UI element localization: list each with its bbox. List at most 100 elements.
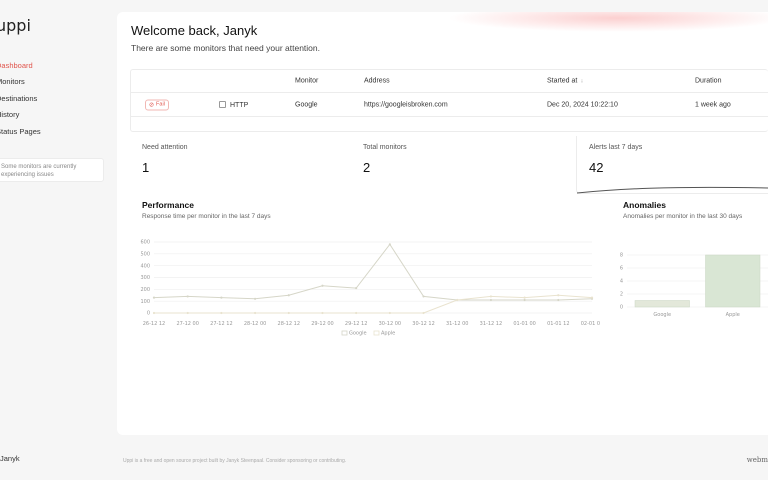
x-tick-label: 01-01 12 bbox=[547, 321, 569, 327]
data-point bbox=[186, 295, 189, 298]
http-icon bbox=[219, 100, 226, 108]
monitor-type-label: HTTP bbox=[230, 101, 249, 109]
data-point bbox=[287, 311, 290, 315]
data-point bbox=[422, 311, 425, 315]
performance-chart: 0 100 200 300 400 500 600 26-12 12 27-12 00 27-12… bbox=[130, 230, 603, 337]
x-tick-label: 02-01 00 bbox=[581, 321, 600, 327]
main-panel: Welcome back, Janyk There are some monit… bbox=[117, 12, 768, 435]
x-tick-label: 27-12 00 bbox=[176, 321, 198, 327]
column-address: Address bbox=[364, 77, 390, 85]
x-tick-label: Google bbox=[653, 312, 671, 318]
user-menu[interactable]: Janyk bbox=[0, 454, 20, 463]
y-tick-label: 400 bbox=[140, 263, 150, 269]
status-badge: ⊘ Fail bbox=[145, 99, 169, 110]
column-monitor: Monitor bbox=[295, 77, 319, 85]
data-point bbox=[557, 298, 560, 302]
sort-arrow-icon: ↓ bbox=[580, 78, 584, 85]
sidebar-item-destinations[interactable]: Destinations bbox=[0, 90, 41, 107]
x-tick-label: 31-12 12 bbox=[480, 321, 502, 327]
x-tick-label: 27-12 12 bbox=[210, 321, 232, 327]
sidebar-item-history[interactable]: History bbox=[0, 107, 41, 124]
page-subtitle: There are some monitors that need your a… bbox=[131, 43, 320, 53]
data-point bbox=[523, 298, 526, 302]
duration: 1 week ago bbox=[695, 101, 731, 108]
legend-swatch bbox=[373, 330, 380, 336]
table-row[interactable]: ⊘ Fail HTTP Google https://googleisbroken… bbox=[131, 93, 768, 117]
y-tick-label: 2 bbox=[620, 292, 623, 298]
sidebar: uppi Dashboard Monitors Destinations His… bbox=[0, 0, 116, 480]
x-tick-label: 01-01 00 bbox=[513, 321, 535, 327]
data-point bbox=[152, 311, 156, 315]
stat-value: 42 bbox=[589, 160, 604, 175]
data-point bbox=[253, 311, 257, 315]
x-tick-label: Apple bbox=[726, 312, 740, 318]
footer-text: Uppi is a free and open source project b… bbox=[123, 458, 347, 464]
x-tick-label: 31-12 00 bbox=[446, 321, 468, 327]
data-point bbox=[321, 311, 324, 315]
data-point bbox=[220, 296, 223, 299]
data-point bbox=[220, 311, 223, 315]
data-point bbox=[557, 294, 560, 297]
y-tick-label: 500 bbox=[140, 252, 150, 258]
monitor-alert-text: Some monitors are currently experiencing… bbox=[1, 164, 77, 178]
data-point bbox=[388, 311, 391, 315]
stat-need-attention: Need attention 1 bbox=[130, 136, 350, 194]
data-point bbox=[456, 298, 459, 302]
y-tick-label: 0 bbox=[147, 311, 150, 317]
data-point bbox=[489, 298, 493, 302]
anomalies-subtitle: Anomalies per monitor in the last 30 day… bbox=[623, 213, 743, 220]
sidebar-item-status-pages[interactable]: Status Pages bbox=[0, 123, 41, 140]
stat-alerts-7d: Alerts last 7 days 42 bbox=[576, 136, 768, 194]
anomalies-chart: 0 2 4 6 8 Google Apple bbox=[615, 234, 768, 324]
y-tick-label: 300 bbox=[140, 275, 150, 281]
legend-label[interactable]: Apple bbox=[381, 331, 395, 337]
sidebar-nav: Dashboard Monitors Destinations History … bbox=[0, 57, 41, 140]
monitor-address: https://googleisbroken.com bbox=[364, 101, 448, 108]
x-tick-label: 26-12 12 bbox=[143, 321, 165, 327]
y-tick-label: 600 bbox=[140, 240, 150, 246]
table-header: Monitor Address Started at ↓ Duration bbox=[131, 70, 768, 93]
x-tick-label: 29-12 00 bbox=[311, 321, 333, 327]
x-tick-label: 28-12 12 bbox=[278, 321, 300, 327]
started-at: Dec 20, 2024 10:22:10 bbox=[547, 101, 618, 108]
page-title: Welcome back, Janyk bbox=[131, 23, 258, 38]
series-line-google bbox=[153, 243, 593, 301]
column-duration: Duration bbox=[695, 77, 722, 85]
performance-subtitle: Response time per monitor in the last 7 … bbox=[142, 213, 271, 220]
sidebar-item-dashboard[interactable]: Dashboard bbox=[0, 57, 41, 74]
monitor-name: Google bbox=[295, 101, 318, 108]
footer-brand: webm bbox=[746, 456, 768, 464]
data-point bbox=[186, 311, 189, 315]
monitor-type: HTTP bbox=[219, 100, 249, 109]
legend-label[interactable]: Google bbox=[349, 331, 367, 337]
fail-circle-icon: ⊘ bbox=[149, 102, 155, 108]
data-point bbox=[355, 287, 358, 290]
sidebar-item-monitors[interactable]: Monitors bbox=[0, 74, 41, 91]
data-point bbox=[523, 296, 526, 299]
stat-value: 2 bbox=[363, 160, 371, 175]
y-tick-label: 6 bbox=[620, 266, 623, 272]
x-tick-label: 28-12 00 bbox=[244, 321, 266, 327]
x-tick-label: 29-12 12 bbox=[345, 321, 367, 327]
y-tick-label: 200 bbox=[140, 287, 150, 293]
x-tick-label: 30-12 00 bbox=[379, 321, 401, 327]
monitors-table: Monitor Address Started at ↓ Duration ⊘ Fa… bbox=[130, 69, 768, 132]
performance-title: Performance bbox=[142, 200, 194, 210]
data-point bbox=[422, 295, 425, 298]
stat-value: 1 bbox=[142, 160, 150, 175]
column-started-at[interactable]: Started at ↓ bbox=[547, 78, 583, 85]
bar-google bbox=[634, 300, 690, 308]
data-point bbox=[590, 296, 594, 299]
stat-label: Alerts last 7 days bbox=[589, 144, 643, 151]
legend-swatch bbox=[341, 330, 348, 336]
data-point bbox=[152, 296, 156, 299]
bar-apple bbox=[705, 254, 761, 308]
status-label: Fail bbox=[156, 101, 165, 108]
stat-label: Total monitors bbox=[363, 144, 407, 151]
header-glow bbox=[447, 12, 768, 32]
column-started-at-label: Started at bbox=[547, 77, 578, 85]
monitor-alert-card[interactable]: Some monitors are currently experiencing… bbox=[0, 158, 104, 182]
app-logo[interactable]: uppi bbox=[0, 16, 31, 35]
data-point bbox=[489, 295, 493, 298]
anomalies-chart-svg: 0 2 4 6 8 Google Apple bbox=[620, 253, 768, 318]
